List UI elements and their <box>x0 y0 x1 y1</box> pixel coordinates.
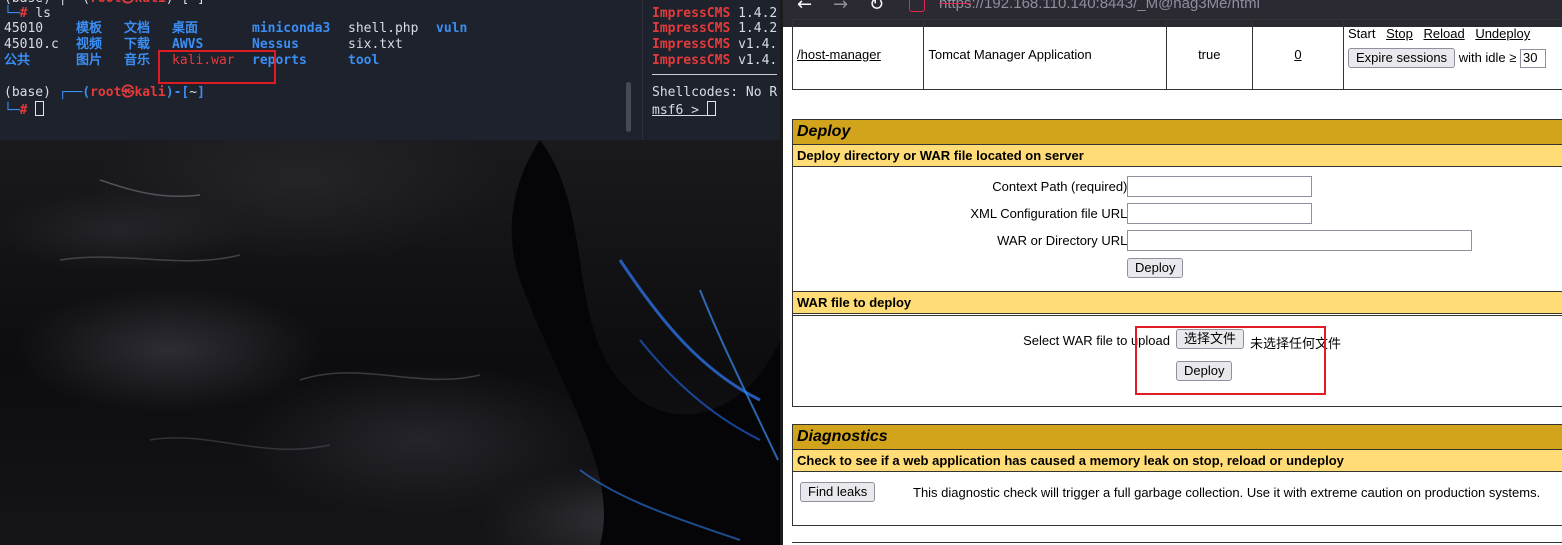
ls-dir-entry: 桌面 <box>172 21 199 36</box>
ls-file-entry: six.txt <box>348 37 403 52</box>
shellcodes-line: Shellcodes: No R <box>652 85 778 100</box>
command-line-ls: └─# ls <box>4 6 51 21</box>
terminal-cursor <box>706 101 716 116</box>
find-leaks-button[interactable]: Find leaks <box>800 482 876 502</box>
app-sessions-cell: 0 <box>1251 19 1345 90</box>
app-running-status: true <box>1165 19 1253 90</box>
app-path-link[interactable]: /host-manager <box>797 47 881 62</box>
reload-icon[interactable]: ↻ <box>869 0 884 15</box>
terminal-scrollbar[interactable] <box>626 82 631 132</box>
back-arrow-icon[interactable]: ← <box>797 0 812 15</box>
next-section-edge <box>792 542 1562 543</box>
ls-dir-entry: 图片 <box>76 53 103 68</box>
undeploy-link[interactable]: Undeploy <box>1475 26 1530 41</box>
deploy-title: Deploy <box>793 120 1562 145</box>
url-bar[interactable]: https://192.168.110.140:8443/_M@nag3Me/h… <box>939 0 1260 12</box>
ls-dir-entry: 下载 <box>124 37 151 52</box>
ls-dir-entry: 音乐 <box>124 53 151 68</box>
terminal-window-left[interactable]: (base) ┌──(root㉿kali)-[~] └─# ls 45010 模… <box>0 0 643 140</box>
table-row: /host-manager Tomcat Manager Application… <box>791 19 1562 90</box>
ls-dir-entry: miniconda3 <box>252 21 331 36</box>
browser-window[interactable]: ← → ↻ https://192.168.110.140:8443/_M@na… <box>780 0 1562 545</box>
output-divider <box>652 74 777 75</box>
sessions-count-link[interactable]: 0 <box>1294 47 1301 62</box>
context-path-label: Context Path (required): <box>992 179 1131 194</box>
terminal-cursor <box>35 101 45 116</box>
ls-dir-entry: 视频 <box>76 37 103 52</box>
search-result-row: ImpressCMS v1.4. <box>652 37 778 52</box>
prompt-line-current: (base) ┌──(root㉿kali)-[~] <box>4 85 205 100</box>
idle-label: with idle ≥ <box>1458 50 1517 65</box>
deploy-server-button[interactable]: Deploy <box>1127 258 1184 278</box>
app-commands-cell: Start Stop Reload Undeploy Expire sessio… <box>1343 19 1562 90</box>
msf-prompt-line[interactable]: msf6 > <box>652 101 716 119</box>
ls-dir-entry: 模板 <box>76 21 103 36</box>
command-input-line[interactable]: └─# <box>4 101 45 119</box>
ls-dir-entry: vuln <box>436 21 468 36</box>
desktop-wallpaper <box>0 140 780 545</box>
idle-minutes-input[interactable]: 30 <box>1520 49 1547 69</box>
highlight-box-upload <box>1135 326 1326 395</box>
search-result-row: ImpressCMS 1.4.2 <box>652 6 778 21</box>
diagnostics-subtitle: Check to see if a web application has ca… <box>793 450 1562 472</box>
diagnostics-title: Diagnostics <box>793 425 1562 450</box>
ls-file-entry: 45010.c <box>4 37 59 52</box>
stop-link[interactable]: Stop <box>1386 26 1413 41</box>
start-command[interactable]: Start <box>1348 26 1375 41</box>
reload-link[interactable]: Reload <box>1423 26 1464 41</box>
applications-table: /host-manager Tomcat Manager Application… <box>791 19 1562 90</box>
wallpaper-art <box>59 140 780 545</box>
diagnostics-description: This diagnostic check will trigger a ful… <box>913 485 1541 500</box>
context-path-input[interactable] <box>1127 176 1312 197</box>
ls-dir-entry: tool <box>348 53 380 68</box>
war-url-label: WAR or Directory URL: <box>997 233 1131 248</box>
ls-output-row: 45010 <box>4 21 44 36</box>
war-url-input[interactable] <box>1127 230 1472 251</box>
ls-dir-entry: 文档 <box>124 21 151 36</box>
app-path-cell: /host-manager <box>791 19 925 90</box>
forward-arrow-icon[interactable]: → <box>833 0 848 15</box>
diagnostics-section: Diagnostics Check to see if a web applic… <box>792 424 1562 526</box>
xml-config-label: XML Configuration file URL: <box>970 206 1131 221</box>
deploy-section: Deploy Deploy directory or WAR file loca… <box>792 119 1562 407</box>
war-upload-subtitle: WAR file to deploy <box>793 292 1562 314</box>
xml-config-input[interactable] <box>1127 203 1312 224</box>
search-result-row: ImpressCMS v1.4. <box>652 53 778 68</box>
terminal-window-msf[interactable]: ImpressCMS 1.4.2 ImpressCMS 1.4.2 Impres… <box>643 0 780 140</box>
search-result-row: ImpressCMS 1.4.2 <box>652 21 778 36</box>
ls-file-entry: shell.php <box>348 21 419 36</box>
expire-sessions-button[interactable]: Expire sessions <box>1348 48 1456 68</box>
highlight-box-kali-war <box>158 50 276 84</box>
app-display-name: Tomcat Manager Application <box>923 19 1167 90</box>
ls-dir-entry: 公共 <box>4 53 31 68</box>
deploy-server-subtitle: Deploy directory or WAR file located on … <box>793 145 1562 167</box>
insecure-lock-icon[interactable] <box>909 0 925 12</box>
